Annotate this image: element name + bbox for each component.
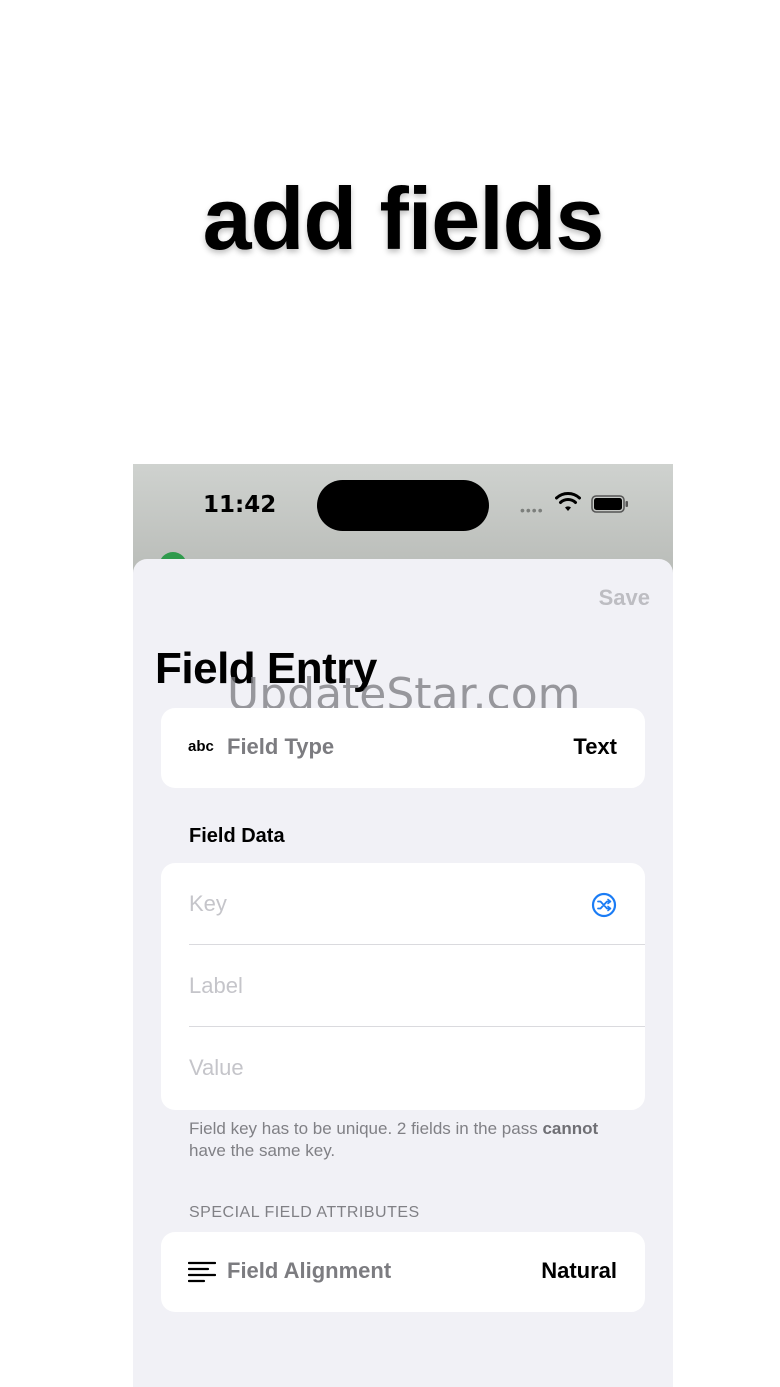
field-alignment-row[interactable]: Field Alignment Natural: [161, 1232, 645, 1312]
special-attributes-header: SPECIAL FIELD ATTRIBUTES: [189, 1204, 420, 1221]
text-align-icon: [188, 1261, 216, 1283]
field-entry-sheet: Save Field Entry UpdateStar.com abc Fiel…: [133, 559, 673, 1387]
footnote-text-1: Field key has to be unique. 2 fields in …: [189, 1119, 543, 1138]
field-key-footnote: Field key has to be unique. 2 fields in …: [189, 1118, 629, 1162]
key-input[interactable]: Key: [189, 891, 227, 917]
key-row[interactable]: Key: [161, 863, 645, 945]
status-time: 11:42: [203, 492, 277, 518]
shuffle-icon[interactable]: [591, 892, 617, 918]
label-row[interactable]: Label: [161, 945, 645, 1027]
headline: add fields: [202, 169, 605, 268]
footnote-text-2: have the same key.: [189, 1141, 336, 1160]
wifi-icon: [555, 492, 581, 511]
battery-icon: [591, 495, 628, 513]
label-input[interactable]: Label: [189, 973, 243, 999]
value-row[interactable]: Value: [161, 1027, 645, 1110]
footnote-bold: cannot: [542, 1119, 599, 1138]
phone-screenshot: 11:42 •••• Save Field Entry UpdateStar.c…: [133, 464, 673, 1387]
value-input[interactable]: Value: [189, 1055, 244, 1081]
field-type-value: Text: [573, 734, 617, 759]
status-bar: 11:42 ••••: [133, 464, 673, 580]
field-alignment-value: Natural: [541, 1258, 617, 1283]
abc-icon: abc: [188, 738, 214, 755]
field-type-label: Field Type: [227, 734, 335, 759]
field-data-header: Field Data: [189, 825, 285, 847]
dynamic-island: [317, 480, 489, 531]
special-attributes-card: Field Alignment Natural: [161, 1232, 645, 1312]
field-alignment-label: Field Alignment: [227, 1258, 392, 1283]
save-button[interactable]: Save: [599, 585, 650, 611]
field-data-card: Key Label Value: [161, 863, 645, 1110]
field-type-row[interactable]: abc Field Type Text: [161, 708, 645, 788]
field-type-card: abc Field Type Text: [161, 708, 645, 788]
cellular-signal-icon: ••••: [520, 502, 544, 518]
